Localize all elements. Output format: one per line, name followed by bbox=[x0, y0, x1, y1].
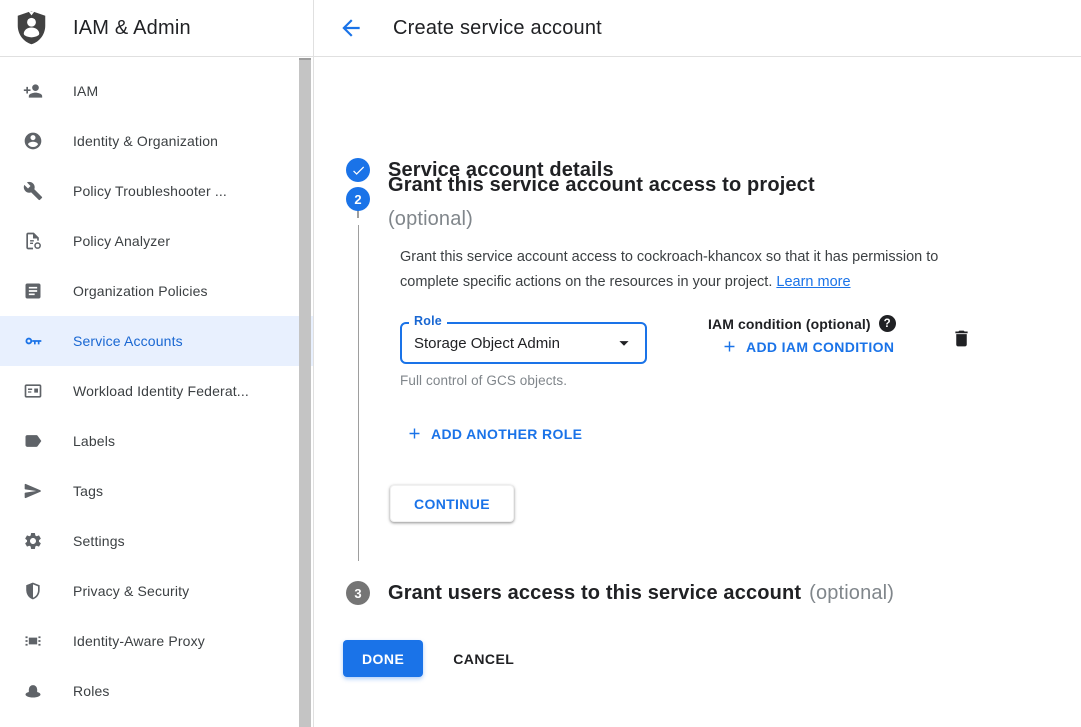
sidebar-item-label: Identity-Aware Proxy bbox=[73, 633, 205, 649]
role-select[interactable]: Storage Object Admin bbox=[400, 322, 647, 364]
plus-icon bbox=[721, 338, 738, 355]
roles-hat-icon bbox=[23, 681, 43, 701]
sidebar-item-label: Privacy & Security bbox=[73, 583, 189, 599]
cancel-button[interactable]: CANCEL bbox=[453, 651, 514, 667]
label-icon bbox=[23, 431, 43, 451]
sidebar-nav: IAM Identity & Organization Policy Trouble… bbox=[0, 57, 313, 716]
description-text: Grant this service account access to coc… bbox=[400, 249, 938, 290]
sidebar-item-service-accounts[interactable]: Service Accounts bbox=[0, 316, 313, 366]
iam-condition-label: IAM condition (optional) bbox=[708, 316, 871, 332]
add-another-role-button[interactable]: ADD ANOTHER ROLE bbox=[406, 425, 582, 442]
service-account-key-icon bbox=[23, 331, 43, 351]
person-add-icon bbox=[23, 81, 43, 101]
form-actions: DONE CANCEL bbox=[343, 640, 514, 677]
help-icon[interactable]: ? bbox=[879, 315, 896, 332]
main-panel: Create service account Service account d… bbox=[314, 0, 1081, 727]
step-3-title: Grant users access to this service accou… bbox=[388, 582, 801, 605]
done-button[interactable]: DONE bbox=[343, 640, 423, 677]
step-1-completed-check-icon bbox=[346, 158, 370, 182]
sidebar-item-label: Organization Policies bbox=[73, 283, 208, 299]
sidebar-item-policy-analyzer[interactable]: Policy Analyzer bbox=[0, 216, 313, 266]
sidebar-item-label: Tags bbox=[73, 483, 103, 499]
step-2-description: Grant this service account access to coc… bbox=[400, 245, 992, 295]
policy-analyzer-icon bbox=[23, 231, 43, 251]
sidebar-item-privacy-security[interactable]: Privacy & Security bbox=[0, 566, 313, 616]
sidebar-item-organization-policies[interactable]: Organization Policies bbox=[0, 266, 313, 316]
delete-role-trash-icon[interactable] bbox=[951, 328, 972, 349]
role-field-group: Role Storage Object Admin Full control o… bbox=[400, 322, 647, 388]
sidebar: IAM & Admin IAM Identity & Organization Po… bbox=[0, 0, 314, 727]
product-title: IAM & Admin bbox=[73, 17, 191, 40]
sidebar-item-identity-organization[interactable]: Identity & Organization bbox=[0, 116, 313, 166]
gear-icon bbox=[23, 531, 43, 551]
sidebar-scrollbar[interactable] bbox=[299, 58, 311, 727]
shield-icon bbox=[23, 581, 43, 601]
step-3-optional-label: (optional) bbox=[809, 582, 894, 605]
role-row: Role Storage Object Admin Full control o… bbox=[400, 322, 998, 388]
sidebar-item-label: IAM bbox=[73, 83, 98, 99]
role-helper-text: Full control of GCS objects. bbox=[400, 373, 647, 388]
sidebar-item-label: Settings bbox=[73, 533, 125, 549]
sidebar-item-label: Labels bbox=[73, 433, 115, 449]
id-card-icon bbox=[23, 381, 43, 401]
add-iam-condition-button[interactable]: ADD IAM CONDITION bbox=[721, 338, 894, 355]
sidebar-item-label: Roles bbox=[73, 683, 110, 699]
sidebar-item-workload-identity-federat[interactable]: Workload Identity Federat... bbox=[0, 366, 313, 416]
sidebar-item-label: Workload Identity Federat... bbox=[73, 383, 249, 399]
plus-icon bbox=[406, 425, 423, 442]
role-field-label: Role bbox=[409, 314, 447, 328]
tag-arrow-icon bbox=[23, 481, 43, 501]
sidebar-item-identity-aware-proxy[interactable]: Identity-Aware Proxy bbox=[0, 616, 313, 666]
sidebar-header: IAM & Admin bbox=[0, 0, 313, 57]
sidebar-item-settings[interactable]: Settings bbox=[0, 516, 313, 566]
sidebar-item-label: Policy Troubleshooter ... bbox=[73, 183, 227, 199]
sidebar-item-label: Service Accounts bbox=[73, 333, 183, 349]
sidebar-item-label: Policy Analyzer bbox=[73, 233, 170, 249]
step-2-body: Grant this service account access to coc… bbox=[358, 225, 998, 561]
sidebar-item-tags[interactable]: Tags bbox=[0, 466, 313, 516]
iam-condition-group: IAM condition (optional) ? ADD IAM CONDI… bbox=[708, 315, 908, 355]
dropdown-arrow-icon bbox=[613, 332, 635, 354]
wizard-content: Service account details 2 Grant this ser… bbox=[314, 57, 1081, 727]
sidebar-item-label: Identity & Organization bbox=[73, 133, 218, 149]
step-2-title: Grant this service account access to pro… bbox=[388, 168, 815, 202]
sidebar-item-policy-troubleshooter[interactable]: Policy Troubleshooter ... bbox=[0, 166, 313, 216]
learn-more-link[interactable]: Learn more bbox=[776, 274, 850, 290]
sidebar-item-labels[interactable]: Labels bbox=[0, 416, 313, 466]
step-3-grant-users-access: 3 Grant users access to this service acc… bbox=[346, 581, 894, 605]
page-header: Create service account bbox=[314, 0, 1081, 57]
step-2-number-badge: 2 bbox=[346, 187, 370, 211]
role-selected-value: Storage Object Admin bbox=[414, 335, 560, 352]
wrench-icon bbox=[23, 181, 43, 201]
identity-icon bbox=[23, 131, 43, 151]
sidebar-item-iam[interactable]: IAM bbox=[0, 66, 313, 116]
proxy-icon bbox=[23, 631, 43, 651]
sidebar-item-roles[interactable]: Roles bbox=[0, 666, 313, 716]
article-icon bbox=[23, 281, 43, 301]
page-title: Create service account bbox=[393, 17, 602, 40]
continue-button[interactable]: CONTINUE bbox=[390, 485, 514, 522]
step-3-number-badge: 3 bbox=[346, 581, 370, 605]
back-arrow-icon[interactable] bbox=[338, 15, 364, 41]
iam-admin-shield-logo-icon bbox=[15, 10, 48, 46]
